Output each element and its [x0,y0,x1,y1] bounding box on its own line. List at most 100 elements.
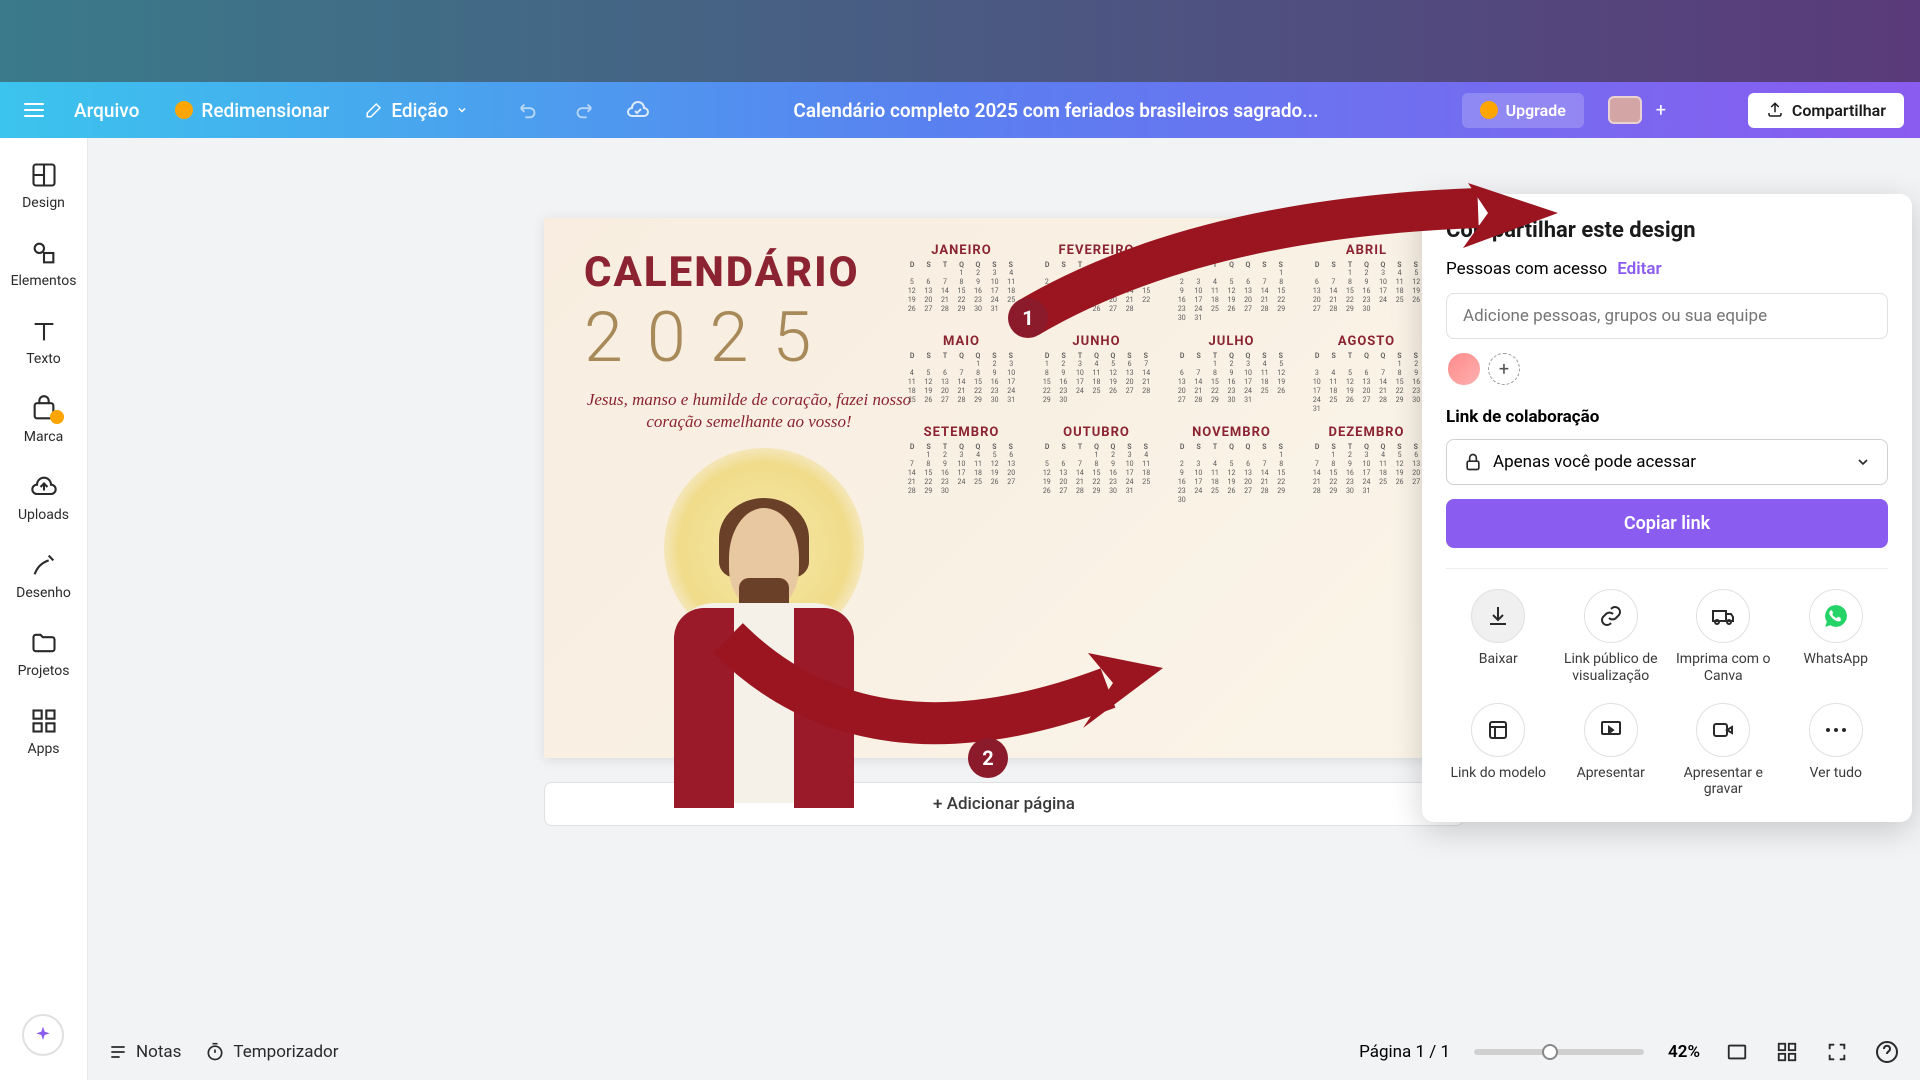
grid-view-icon[interactable] [1724,1039,1750,1065]
help-icon[interactable] [1874,1039,1900,1065]
sidebar-item-label: Design [22,195,65,211]
share-button[interactable]: Compartilhar [1748,93,1904,128]
jesus-illustration [644,448,884,758]
sidebar-item-label: Elementos [11,273,77,289]
whatsapp-icon [1823,603,1849,629]
present-option[interactable]: Apresentar [1559,703,1664,799]
download-option[interactable]: Baixar [1446,589,1551,685]
zoom-value: 42% [1668,1042,1700,1062]
redo-icon[interactable] [572,99,594,121]
fullscreen-icon[interactable] [1824,1039,1850,1065]
timer-icon [205,1042,225,1062]
download-icon [1486,604,1510,628]
sidebar-item-apps[interactable]: Apps [6,696,82,768]
calendar-design[interactable]: CALENDÁRIO 2025 Jesus, manso e humilde d… [544,218,1464,758]
top-bar: Arquivo Redimensionar Edição Calendário … [0,82,1920,138]
upload-icon [1766,101,1784,119]
pencil-icon [30,551,58,579]
chevron-down-icon [456,104,468,116]
crown-badge-icon [50,410,64,424]
annotation-badge-2: 2 [968,738,1008,778]
cloud-upload-icon [30,473,58,501]
resize-button[interactable]: Redimensionar [161,91,343,130]
option-label: Apresentar e gravar [1671,765,1776,799]
undo-icon[interactable] [518,99,540,121]
option-label: Apresentar [1577,765,1645,782]
layout-icon [30,161,58,189]
magic-wand-icon [365,101,383,119]
sidebar-item-projects[interactable]: Projetos [6,618,82,690]
sidebar-item-text[interactable]: Texto [6,306,82,378]
menu-button[interactable] [16,92,52,128]
sidebar-item-uploads[interactable]: Uploads [6,462,82,534]
option-label: Link público de visualização [1559,651,1664,685]
option-label: WhatsApp [1804,651,1868,668]
option-label: Imprima com o Canva [1671,651,1776,685]
public-link-option[interactable]: Link público de visualização [1559,589,1664,685]
print-option[interactable]: Imprima com o Canva [1671,589,1776,685]
edit-menu[interactable]: Edição [351,91,482,130]
timer-button[interactable]: Temporizador [205,1042,338,1062]
canvas-area[interactable]: CALENDÁRIO 2025 Jesus, manso e humilde d… [88,138,1920,1080]
text-icon [30,317,58,345]
share-panel-title: Compartilhar este design [1446,218,1888,243]
bottom-bar: Notas Temporizador Página 1 / 1 42% [88,1024,1920,1080]
grid-icon [30,707,58,735]
access-select-label: Apenas você pode acessar [1493,452,1696,472]
see-all-option[interactable]: Ver tudo [1784,703,1889,799]
sidebar: Design Elementos Texto Marca Uploads [0,138,88,1080]
sidebar-item-elements[interactable]: Elementos [6,228,82,300]
document-title[interactable]: Calendário completo 2025 com feriados br… [658,99,1453,122]
copy-link-button[interactable]: Copiar link [1446,499,1888,548]
add-color-button[interactable]: + [1650,99,1672,121]
add-person-button[interactable]: + [1488,353,1520,385]
option-label: Ver tudo [1810,765,1862,782]
sidebar-item-label: Desenho [16,585,71,601]
sidebar-item-draw[interactable]: Desenho [6,540,82,612]
sidebar-item-label: Texto [26,351,60,367]
sidebar-item-design[interactable]: Design [6,150,82,222]
user-avatar[interactable] [1446,351,1482,387]
timer-label: Temporizador [233,1042,338,1062]
presentation-icon [1599,718,1623,742]
notes-icon [108,1042,128,1062]
sidebar-item-label: Apps [27,741,59,757]
more-icon [1824,726,1848,734]
sidebar-item-brand[interactable]: Marca [6,384,82,456]
cloud-sync-icon[interactable] [626,98,650,122]
upgrade-label: Upgrade [1506,101,1566,120]
add-people-input[interactable] [1446,293,1888,339]
template-link-option[interactable]: Link do modelo [1446,703,1551,799]
calendar-quote: Jesus, manso e humilde de coração, fazei… [584,389,914,433]
upgrade-button[interactable]: Upgrade [1462,93,1584,128]
lock-icon [1463,452,1483,472]
calendar-months-grid: JANEIRODSTQQSS12345678910111213141516171… [904,243,1424,504]
zoom-slider[interactable] [1474,1049,1644,1055]
option-label: Baixar [1479,651,1518,668]
page-indicator: Página 1 / 1 [1359,1042,1450,1062]
hamburger-icon [24,103,44,117]
color-chip[interactable] [1608,96,1642,124]
crown-icon [1480,101,1498,119]
present-record-option[interactable]: Apresentar e gravar [1671,703,1776,799]
thumbnail-view-icon[interactable] [1774,1039,1800,1065]
truck-icon [1711,604,1735,628]
access-level-select[interactable]: Apenas você pode acessar [1446,439,1888,485]
sidebar-item-label: Uploads [18,507,69,523]
shapes-icon [30,239,58,267]
magic-button[interactable] [22,1014,64,1056]
chevron-down-icon [1855,454,1871,470]
record-icon [1711,718,1735,742]
whatsapp-option[interactable]: WhatsApp [1784,589,1889,685]
notes-button[interactable]: Notas [108,1042,181,1062]
collab-link-title: Link de colaboração [1446,407,1888,427]
share-label: Compartilhar [1792,101,1886,120]
file-menu[interactable]: Arquivo [60,91,153,130]
link-icon [1599,604,1623,628]
sidebar-item-label: Projetos [18,663,70,679]
crown-icon [175,101,193,119]
template-icon [1486,718,1510,742]
option-label: Link do modelo [1450,765,1546,782]
notes-label: Notas [136,1042,181,1062]
edit-access-link[interactable]: Editar [1617,259,1661,279]
